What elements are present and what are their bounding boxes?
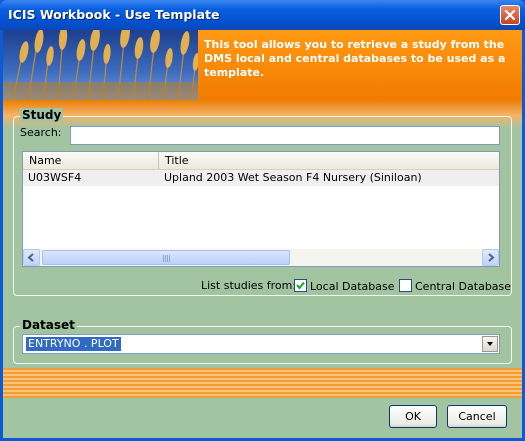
- grip-icon: [163, 255, 171, 262]
- horizontal-scrollbar[interactable]: [23, 249, 499, 266]
- study-group-label: Study: [20, 108, 64, 122]
- column-header-title[interactable]: Title: [159, 152, 499, 169]
- chevron-right-icon: [488, 253, 495, 262]
- central-database-label[interactable]: Central Database: [415, 280, 511, 293]
- dialog-client: This tool allows you to retrieve a study…: [3, 30, 522, 438]
- study-list[interactable]: Name Title U03WSF4 Upland 2003 Wet Seaso…: [22, 151, 500, 267]
- window: ICIS Workbook - Use Template This tool a…: [0, 0, 525, 441]
- close-button[interactable]: [500, 5, 520, 25]
- search-input[interactable]: [70, 126, 500, 145]
- banner: This tool allows you to retrieve a study…: [3, 30, 522, 100]
- chevron-left-icon: [27, 253, 34, 262]
- local-database-checkbox[interactable]: [294, 279, 307, 292]
- dataset-selected-value: ENTRYNO . PLOT: [26, 337, 121, 351]
- banner-text-panel: This tool allows you to retrieve a study…: [198, 30, 522, 100]
- dataset-group-label: Dataset: [20, 318, 77, 332]
- banner-description: This tool allows you to retrieve a study…: [204, 38, 506, 79]
- ok-button[interactable]: OK: [389, 405, 437, 428]
- central-database-checkbox[interactable]: [399, 279, 412, 292]
- cancel-button[interactable]: Cancel: [447, 405, 507, 428]
- search-label: Search:: [20, 126, 62, 139]
- row-name-cell: U03WSF4: [28, 171, 82, 184]
- title-bar[interactable]: ICIS Workbook - Use Template: [0, 0, 525, 30]
- footer-strip: [3, 368, 522, 398]
- checkmark-icon: [296, 281, 305, 290]
- dataset-select[interactable]: ENTRYNO . PLOT: [22, 334, 500, 354]
- chevron-down-icon: [487, 342, 493, 346]
- dialog-footer: [3, 398, 522, 438]
- scroll-left-button[interactable]: [23, 249, 40, 266]
- wheat-banner-image: [3, 30, 198, 100]
- row-title-cell: Upland 2003 Wet Season F4 Nursery (Sinil…: [164, 171, 422, 184]
- scroll-thumb[interactable]: [42, 250, 290, 265]
- close-icon: [504, 9, 516, 21]
- column-header-name[interactable]: Name: [23, 152, 159, 169]
- local-database-label[interactable]: Local Database: [310, 280, 395, 293]
- scroll-right-button[interactable]: [482, 249, 499, 266]
- window-title: ICIS Workbook - Use Template: [8, 7, 220, 22]
- list-header: Name Title: [23, 152, 499, 170]
- list-from-label: List studies from:: [201, 279, 297, 292]
- dataset-dropdown-button[interactable]: [482, 336, 498, 352]
- table-row[interactable]: U03WSF4 Upland 2003 Wet Season F4 Nurser…: [23, 170, 499, 186]
